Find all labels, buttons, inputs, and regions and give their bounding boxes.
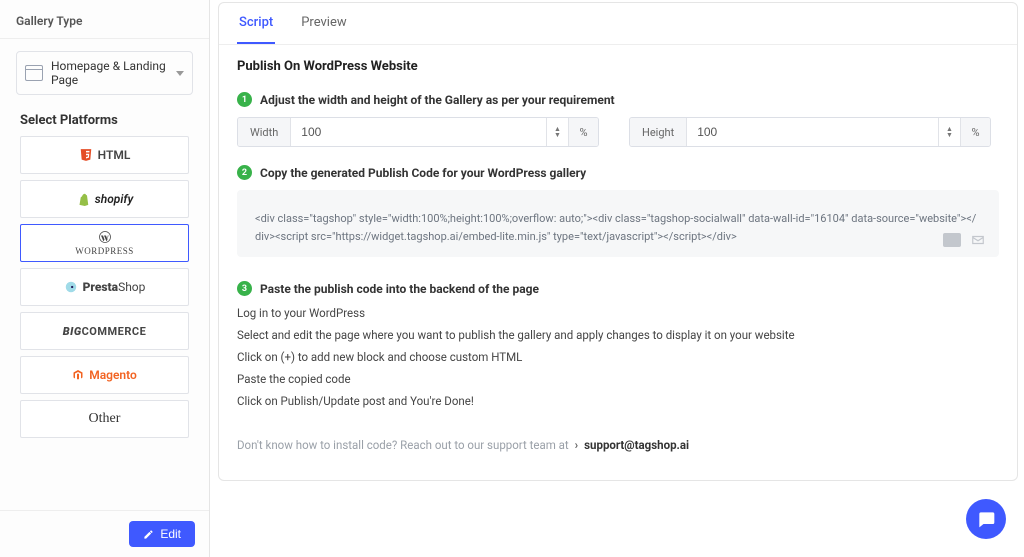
footnote-text: Don't know how to install code? Reach ou… (237, 438, 569, 452)
platform-bigcommerce[interactable]: BIGCOMMERCE (20, 312, 189, 350)
select-platforms-label: Select Platforms (0, 113, 209, 136)
platform-magento-label: Magento (89, 368, 137, 382)
platform-shopify-label: shopify (95, 192, 134, 206)
platform-bigcommerce-label: BIGCOMMERCE (63, 325, 147, 338)
dimension-row: Width ▲▼ % Height ▲▼ % (237, 117, 999, 147)
instruction-line: Paste the copied code (237, 372, 999, 386)
chat-icon (976, 509, 996, 529)
page-title: Publish On WordPress Website (237, 59, 999, 74)
pencil-icon (143, 529, 154, 540)
sidebar-title: Gallery Type (0, 0, 209, 39)
code-box: <div class="tagshop" style="width:100%;h… (237, 190, 999, 257)
email-icon[interactable] (969, 233, 987, 247)
platform-html[interactable]: HTML (20, 136, 189, 174)
code-actions (943, 233, 987, 247)
sidebar: Gallery Type Homepage & Landing Page Sel… (0, 0, 210, 557)
height-stepper[interactable]: ▲▼ (938, 118, 960, 146)
platform-prestashop-label: PrestaShop (83, 280, 146, 294)
copy-icon[interactable] (943, 233, 961, 247)
height-unit: % (960, 118, 990, 146)
height-label: Height (630, 118, 687, 146)
width-input[interactable] (291, 118, 546, 146)
step1-header: 1 Adjust the width and height of the Gal… (237, 92, 999, 107)
instruction-line: Click on (+) to add new block and choose… (237, 350, 999, 364)
chevron-down-icon (176, 71, 184, 76)
chevron-right-icon: › (575, 438, 578, 452)
step1-number: 1 (237, 92, 252, 107)
sidebar-footer: Edit (0, 510, 209, 557)
platform-other-label: Other (89, 411, 121, 427)
tabs: Script Preview (219, 3, 1017, 45)
width-label: Width (238, 118, 291, 146)
step3-body: Log in to your WordPress Select and edit… (237, 306, 999, 408)
edit-button[interactable]: Edit (129, 521, 195, 547)
height-input[interactable] (687, 118, 938, 146)
instruction-line: Select and edit the page where you want … (237, 328, 999, 342)
prestashop-icon (64, 280, 78, 294)
step3-title: Paste the publish code into the backend … (260, 282, 539, 296)
step2-number: 2 (237, 165, 252, 180)
chat-fab[interactable] (966, 499, 1006, 539)
height-input-group: Height ▲▼ % (629, 117, 991, 147)
shopify-icon (76, 192, 90, 206)
step2-header: 2 Copy the generated Publish Code for yo… (237, 165, 999, 180)
tab-preview[interactable]: Preview (299, 3, 348, 44)
html5-icon (79, 148, 93, 162)
width-input-group: Width ▲▼ % (237, 117, 599, 147)
layout-icon (25, 65, 43, 81)
support-email[interactable]: support@tagshop.ai (584, 438, 689, 452)
main: Script Preview Publish On WordPress Webs… (210, 0, 1024, 557)
platform-other[interactable]: Other (20, 400, 189, 438)
instruction-line: Log in to your WordPress (237, 306, 999, 320)
content: Publish On WordPress Website 1 Adjust th… (219, 45, 1017, 466)
platform-shopify[interactable]: shopify (20, 180, 189, 218)
platform-list: HTML shopify WORDPRESS PrestaShop BIGCOM… (0, 136, 209, 438)
edit-button-label: Edit (160, 527, 181, 541)
instruction-line: Click on Publish/Update post and You're … (237, 394, 999, 408)
platform-wordpress[interactable]: WORDPRESS (20, 224, 189, 262)
step1-title: Adjust the width and height of the Galle… (260, 93, 615, 107)
platform-magento[interactable]: Magento (20, 356, 189, 394)
platform-html-label: HTML (98, 148, 131, 162)
step3-header: 3 Paste the publish code into the backen… (237, 281, 999, 296)
wordpress-icon (99, 231, 111, 246)
step2-title: Copy the generated Publish Code for your… (260, 166, 586, 180)
magento-icon (72, 368, 84, 382)
support-footnote: Don't know how to install code? Reach ou… (237, 438, 999, 452)
width-unit: % (568, 118, 598, 146)
width-stepper[interactable]: ▲▼ (546, 118, 568, 146)
gallery-type-select[interactable]: Homepage & Landing Page (16, 51, 193, 95)
tab-script[interactable]: Script (237, 3, 275, 44)
step3-number: 3 (237, 281, 252, 296)
platform-wordpress-label: WORDPRESS (75, 246, 134, 256)
gallery-type-value: Homepage & Landing Page (51, 59, 176, 87)
publish-code[interactable]: <div class="tagshop" style="width:100%;h… (255, 210, 981, 245)
platform-prestashop[interactable]: PrestaShop (20, 268, 189, 306)
